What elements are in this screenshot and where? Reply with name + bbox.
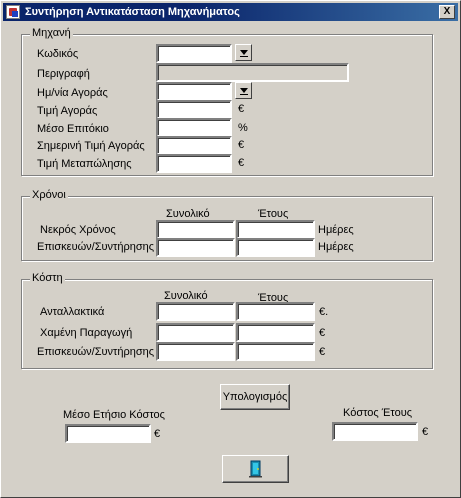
code-label: Κωδικός bbox=[37, 48, 79, 60]
costs-repair-currency: € bbox=[319, 346, 326, 358]
lost-production-label: Χαμένη Παραγωγή bbox=[40, 327, 133, 339]
resale-price-label: Τιμή Μεταπώλησης bbox=[37, 158, 132, 170]
spare-parts-unit: €. bbox=[319, 306, 329, 318]
times-repair-total-field[interactable] bbox=[156, 238, 235, 257]
year-cost-label: Κόστος Έτους bbox=[343, 407, 413, 419]
avg-annual-cost-label: Μέσο Ετήσιο Κόστος bbox=[63, 409, 165, 421]
resale-price-field[interactable] bbox=[156, 154, 232, 173]
avg-interest-label: Μέσο Επιτόκιο bbox=[37, 123, 109, 135]
spare-parts-total-field[interactable] bbox=[156, 302, 235, 321]
year-cost-currency: € bbox=[422, 426, 429, 438]
purchase-date-label: Ημ/νία Αγοράς bbox=[37, 87, 108, 99]
lost-production-currency: € bbox=[319, 327, 326, 339]
costs-repair-label: Επισκευών/Συντήρησης bbox=[37, 346, 155, 358]
current-price-label: Σημερινή Τιμή Αγοράς bbox=[37, 140, 145, 152]
resale-price-currency: € bbox=[238, 157, 245, 169]
code-field[interactable] bbox=[156, 44, 232, 63]
dead-time-label: Νεκρός Χρόνος bbox=[40, 224, 116, 236]
costs-repair-year-field[interactable] bbox=[236, 342, 315, 361]
costs-group-legend: Κόστη bbox=[30, 272, 65, 284]
close-button[interactable]: X bbox=[439, 5, 455, 19]
dead-time-total-field[interactable] bbox=[156, 220, 235, 239]
window-title: Συντήρηση Αντικατάσταση Μηχανήματος bbox=[25, 6, 240, 18]
purchase-date-dropdown-button[interactable] bbox=[235, 82, 252, 99]
code-dropdown-button[interactable] bbox=[235, 44, 252, 61]
times-repair-year-field[interactable] bbox=[236, 238, 315, 257]
description-label: Περιγραφή bbox=[37, 68, 90, 80]
costs-col-total: Συνολικό bbox=[164, 290, 208, 302]
purchase-price-label: Τιμή Αγοράς bbox=[37, 105, 98, 117]
times-repair-label: Επισκευών/Συντήρησης bbox=[37, 241, 155, 253]
avg-interest-percent: % bbox=[238, 122, 248, 134]
avg-annual-cost-field[interactable] bbox=[65, 424, 151, 443]
times-repair-unit: Ημέρες bbox=[318, 241, 354, 253]
times-col-year: Έτους bbox=[258, 208, 289, 220]
purchase-date-field[interactable] bbox=[156, 82, 232, 101]
description-field bbox=[156, 63, 349, 82]
lost-production-year-field[interactable] bbox=[236, 323, 315, 342]
times-col-total: Συνολικό bbox=[166, 208, 210, 220]
spare-parts-year-field[interactable] bbox=[236, 302, 315, 321]
purchase-price-currency: € bbox=[238, 103, 245, 115]
dead-time-year-field[interactable] bbox=[236, 220, 315, 239]
purchase-price-field[interactable] bbox=[156, 100, 232, 119]
machine-group-legend: Μηχανή bbox=[30, 27, 73, 39]
current-price-field[interactable] bbox=[156, 136, 232, 155]
avg-annual-cost-currency: € bbox=[154, 428, 161, 440]
year-cost-field[interactable] bbox=[332, 422, 418, 441]
dead-time-unit: Ημέρες bbox=[318, 224, 354, 236]
exit-door-icon bbox=[248, 460, 262, 478]
lost-production-total-field[interactable] bbox=[156, 323, 235, 342]
costs-repair-total-field[interactable] bbox=[156, 342, 235, 361]
title-bar: Συντήρηση Αντικατάσταση Μηχανήματος X bbox=[3, 3, 458, 21]
app-icon bbox=[6, 5, 20, 19]
main-window: Συντήρηση Αντικατάσταση Μηχανήματος X Μη… bbox=[0, 0, 461, 498]
spare-parts-label: Ανταλλακτικά bbox=[40, 306, 105, 318]
calculate-button[interactable]: Υπολογισμός bbox=[220, 384, 290, 410]
times-group-legend: Χρόνοι bbox=[30, 189, 68, 201]
avg-interest-field[interactable] bbox=[156, 118, 232, 137]
current-price-currency: € bbox=[238, 139, 245, 151]
exit-button[interactable] bbox=[222, 455, 289, 483]
